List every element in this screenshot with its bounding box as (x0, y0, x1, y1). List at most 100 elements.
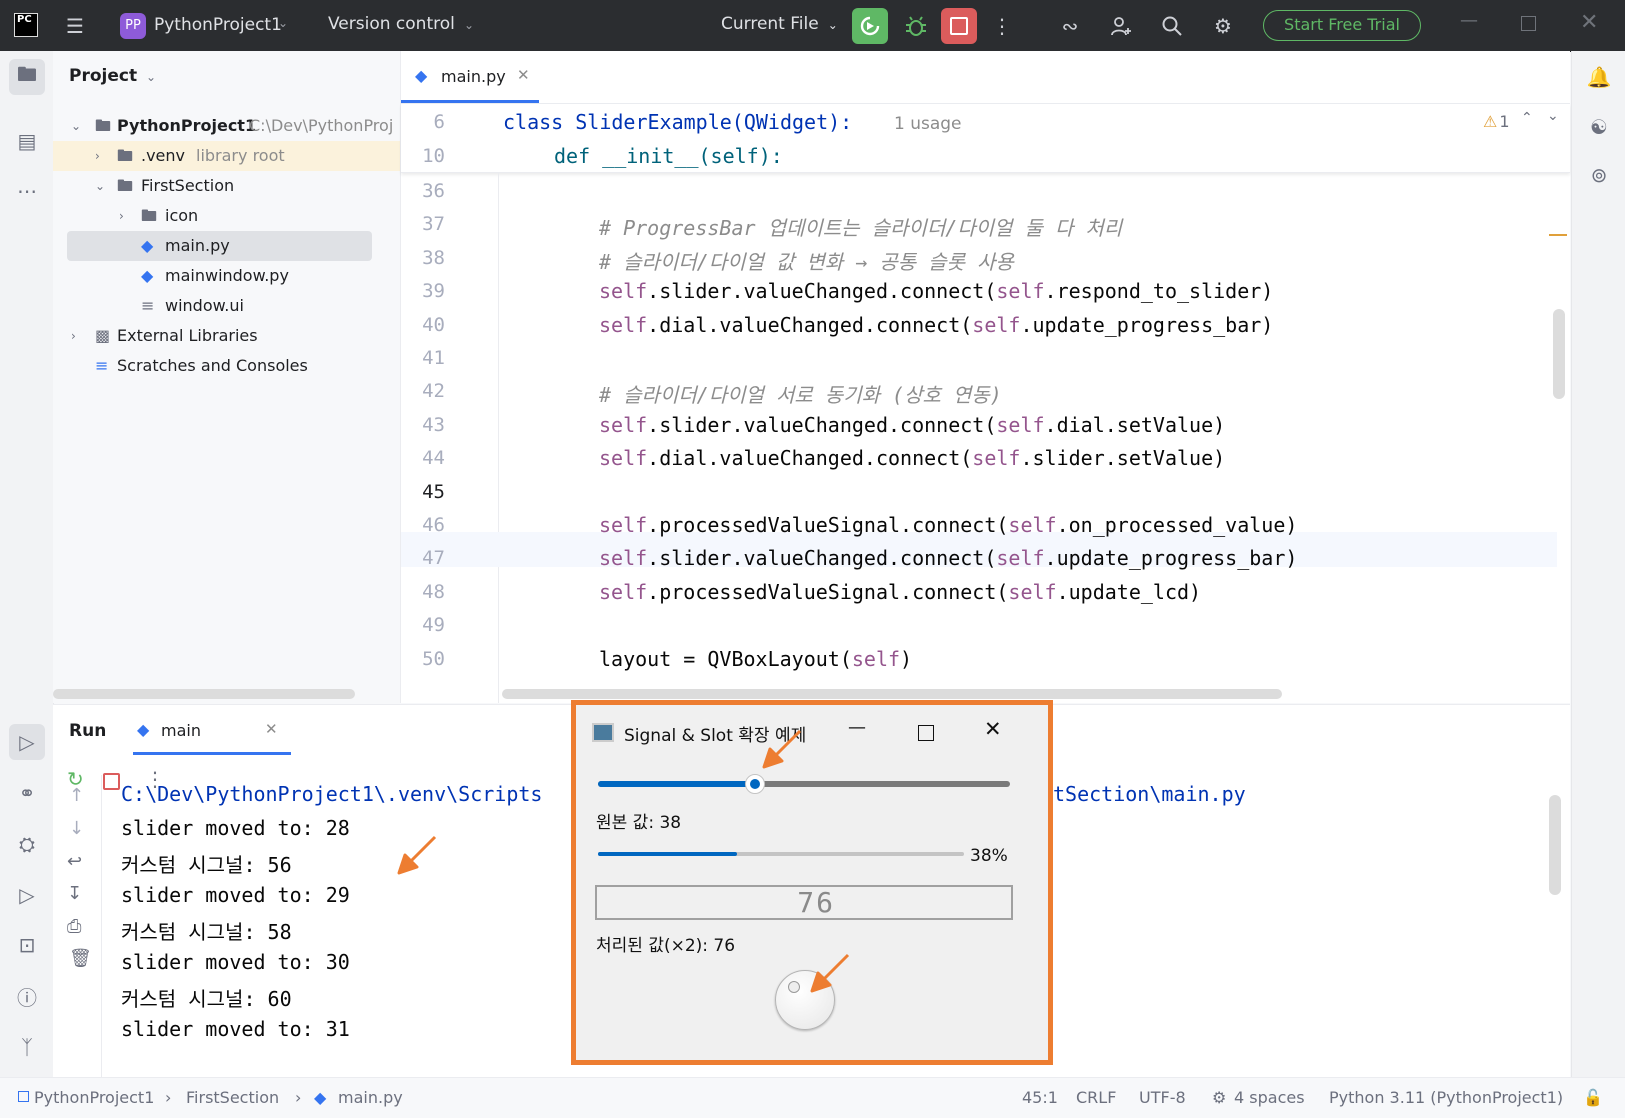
slider-handle[interactable] (744, 774, 765, 794)
code-line[interactable]: self.dial.valueChanged.connect(self.slid… (599, 446, 1225, 470)
scroll-down-icon[interactable]: ↓ (69, 818, 84, 839)
tree-item-main-py[interactable]: ◆ main.py (67, 231, 372, 261)
search-icon[interactable] (1155, 10, 1189, 42)
code-token: .on_processed_value) (1056, 513, 1298, 537)
services-icon[interactable]: ▷ (9, 877, 45, 913)
scroll-up-icon[interactable]: ↑ (69, 785, 84, 806)
git-icon[interactable]: ᛉ (9, 1029, 45, 1065)
warning-icon[interactable]: ⚠ 1 (1483, 112, 1510, 131)
caret-position[interactable]: 45:1 (1022, 1088, 1058, 1107)
sticky-class-line[interactable]: class SliderExample(QWidget): (503, 110, 852, 134)
chevron-down-icon[interactable]: ⌄ (1547, 108, 1559, 124)
code-comment[interactable]: # ProgressBar 업데이트는 슬라이더/다이얼 둘 다 처리 (599, 212, 1122, 241)
code-line[interactable]: self.slider.valueChanged.connect(self.up… (599, 546, 1297, 570)
tree-item-firstsection[interactable]: ⌄ 🖿 FirstSection (53, 171, 400, 201)
code-token: .dial.valueChanged.connect( (647, 312, 973, 337)
project-widget[interactable]: PP PythonProject1 ⌄ (120, 12, 290, 40)
run-vscrollbar[interactable] (1549, 795, 1561, 895)
ai-assistant-icon[interactable]: ∾ (1053, 10, 1087, 42)
problems-icon[interactable]: ⓘ (9, 978, 45, 1014)
stop-button[interactable] (941, 8, 977, 44)
line-number: 48 (422, 580, 445, 603)
run-config-selector[interactable]: Current File ⌄ (721, 14, 838, 34)
self-keyword: self (599, 579, 648, 604)
project-panel-header[interactable]: Project ⌄ (69, 66, 156, 86)
self-keyword: self (599, 513, 648, 537)
debug-button[interactable] (898, 8, 934, 44)
soft-wrap-icon[interactable]: ↩ (67, 851, 82, 872)
raw-value-label: 원본 값: 38 (596, 813, 682, 833)
chevron-right-icon: › (295, 1088, 302, 1107)
usage-hint[interactable]: 1 usage (894, 114, 962, 134)
tree-item-scratches[interactable]: ≡ Scratches and Consoles (53, 351, 400, 381)
scroll-to-end-icon[interactable]: ↧ (67, 883, 82, 904)
endpoints-icon[interactable]: ⊚ (1581, 157, 1617, 193)
code-line[interactable]: layout = QVBoxLayout(self) (599, 647, 912, 671)
tree-item-project-root[interactable]: ⌄ 🖿 PythonProject1 C:\Dev\PythonProj (53, 111, 400, 141)
more-tools-icon[interactable]: ⋯ (9, 173, 45, 209)
maximize-window-button[interactable] (1521, 16, 1536, 31)
code-token: .processedValueSignal.connect( (647, 579, 1009, 604)
code-line[interactable]: self.slider.valueChanged.connect(self.di… (599, 413, 1225, 437)
editor-vscrollbar[interactable] (1553, 309, 1565, 399)
code-comment[interactable]: # 슬라이더/다이얼 서로 동기화 (상호 연동) (599, 379, 1002, 408)
start-trial-button[interactable]: Start Free Trial (1263, 10, 1421, 41)
library-icon: ▩ (95, 326, 111, 345)
tree-item-window-ui[interactable]: ≡ window.ui (53, 291, 400, 321)
file-encoding[interactable]: UTF-8 (1139, 1088, 1186, 1107)
editor-tab-main-py[interactable]: ◆ main.py ✕ (401, 51, 539, 103)
terminal-icon[interactable]: ⊡ (9, 927, 45, 963)
code-token: .dial.valueChanged.connect( (647, 446, 973, 471)
close-window-button[interactable]: ✕ (984, 717, 1002, 741)
add-user-icon[interactable] (1104, 10, 1138, 42)
print-icon[interactable]: ⎙ (67, 916, 81, 937)
close-tab-icon[interactable]: ✕ (265, 720, 278, 738)
tree-item-external-libraries[interactable]: › ▩ External Libraries (53, 321, 400, 351)
line-number: 6 (433, 111, 445, 133)
indent-setting[interactable]: 4 spaces (1234, 1088, 1305, 1107)
tree-item-icon-folder[interactable]: › 🖿 icon (53, 201, 400, 231)
code-line[interactable]: self.slider.valueChanged.connect(self.re… (599, 279, 1273, 303)
ai-chat-icon[interactable]: ☯ (1581, 109, 1617, 145)
project-folder-icon[interactable]: 🖿 (9, 59, 45, 95)
breadcrumb-file[interactable]: main.py (338, 1088, 403, 1107)
run-tab-main[interactable]: ◆ main ✕ (133, 705, 291, 755)
rerun-button[interactable] (852, 8, 888, 44)
minimize-window-button[interactable]: — (1460, 10, 1478, 31)
breadcrumb-project[interactable]: PythonProject1 (34, 1088, 154, 1107)
trash-icon[interactable]: 🗑 (69, 948, 92, 969)
run-tool-icon[interactable]: ▷ (9, 724, 45, 760)
python-console-icon[interactable]: ⛭ (9, 826, 45, 862)
value-slider[interactable] (598, 774, 1010, 794)
editor-panel: ◆ main.py ✕ 6 class SliderExample(QWidge… (401, 51, 1570, 703)
line-separator[interactable]: CRLF (1076, 1088, 1116, 1107)
settings-gear-icon[interactable]: ⚙ (1206, 10, 1240, 42)
stop-icon[interactable] (103, 773, 120, 790)
close-tab-icon[interactable]: ✕ (517, 66, 530, 84)
editor-hscrollbar[interactable] (502, 689, 1282, 699)
tree-item-venv[interactable]: › 🖿 .venv library root (53, 141, 400, 171)
main-menu-icon[interactable]: ☰ (58, 10, 92, 42)
close-window-button[interactable]: ✕ (1580, 10, 1598, 35)
vcs-widget[interactable]: Version control ⌄ (328, 14, 474, 34)
structure-icon[interactable]: ▤ (9, 123, 45, 159)
project-hscrollbar[interactable] (53, 689, 355, 699)
chevron-up-icon[interactable]: ⌃ (1521, 110, 1533, 126)
python-packages-icon[interactable]: ⚭ (9, 775, 45, 811)
more-actions-icon[interactable]: ⋮ (985, 10, 1019, 42)
maximize-window-button[interactable] (918, 725, 934, 741)
code-comment[interactable]: # 슬라이더/다이얼 값 변화 → 공통 슬롯 사용 (599, 246, 1014, 275)
sticky-def-line[interactable]: def __init__(self): (554, 144, 783, 168)
line-number: 41 (422, 347, 445, 369)
code-line[interactable]: self.processedValueSignal.connect(self.u… (599, 580, 1201, 604)
minimize-window-button[interactable]: — (848, 717, 866, 738)
code-line[interactable]: self.dial.valueChanged.connect(self.upda… (599, 313, 1273, 337)
lock-icon[interactable]: 🔓 (1583, 1088, 1603, 1107)
python-interpreter[interactable]: Python 3.11 (PythonProject1) (1329, 1088, 1563, 1107)
tree-item-label: FirstSection (141, 176, 235, 195)
run-tab-label: main (161, 721, 201, 740)
tree-item-mainwindow-py[interactable]: ◆ mainwindow.py (53, 261, 400, 291)
code-line[interactable]: self.processedValueSignal.connect(self.o… (599, 513, 1297, 537)
notifications-bell-icon[interactable]: 🔔 (1581, 59, 1617, 95)
breadcrumb-folder[interactable]: FirstSection (186, 1088, 279, 1107)
